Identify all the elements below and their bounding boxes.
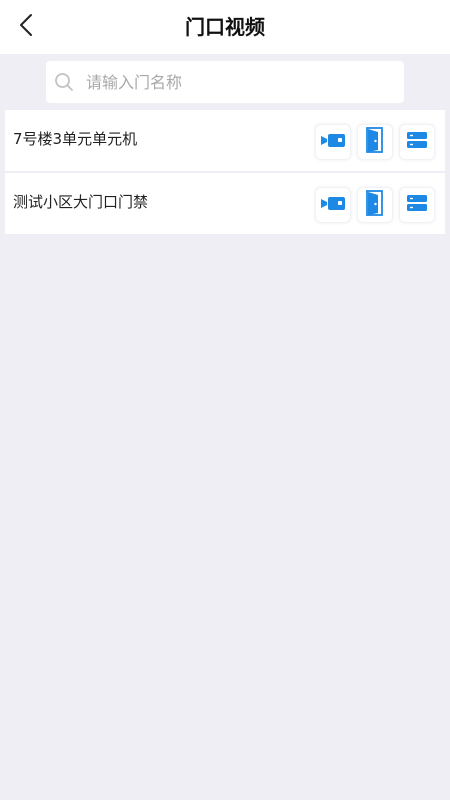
page-title: 门口视频 <box>185 15 265 39</box>
list-item[interactable]: 7号楼3单元单元机 <box>5 110 445 171</box>
door-name: 测试小区大门口门禁 <box>13 193 149 211</box>
list-item[interactable]: 测试小区大门口门禁 <box>5 173 445 234</box>
video-button[interactable] <box>315 124 351 160</box>
video-camera-icon[interactable] <box>320 194 346 216</box>
open-door-button[interactable] <box>357 124 393 160</box>
menu-button[interactable] <box>399 187 435 223</box>
search-bar[interactable] <box>46 61 404 103</box>
open-door-button[interactable] <box>357 187 393 223</box>
video-camera-icon[interactable] <box>320 131 346 153</box>
chevron-left-icon[interactable] <box>19 13 33 41</box>
list-menu-icon[interactable] <box>406 194 428 216</box>
door-name: 7号楼3单元单元机 <box>13 130 138 148</box>
door-open-icon[interactable] <box>365 190 385 220</box>
search-input[interactable] <box>86 61 404 103</box>
row-actions <box>315 187 435 223</box>
video-button[interactable] <box>315 187 351 223</box>
list-menu-icon[interactable] <box>406 131 428 153</box>
menu-button[interactable] <box>399 124 435 160</box>
top-bar: 门口视频 <box>0 0 450 54</box>
door-list: 7号楼3单元单元机 测试小区大门口门禁 <box>5 110 445 236</box>
back-button[interactable] <box>8 9 44 45</box>
row-actions <box>315 124 435 160</box>
door-open-icon[interactable] <box>365 127 385 157</box>
search-icon <box>54 72 74 92</box>
